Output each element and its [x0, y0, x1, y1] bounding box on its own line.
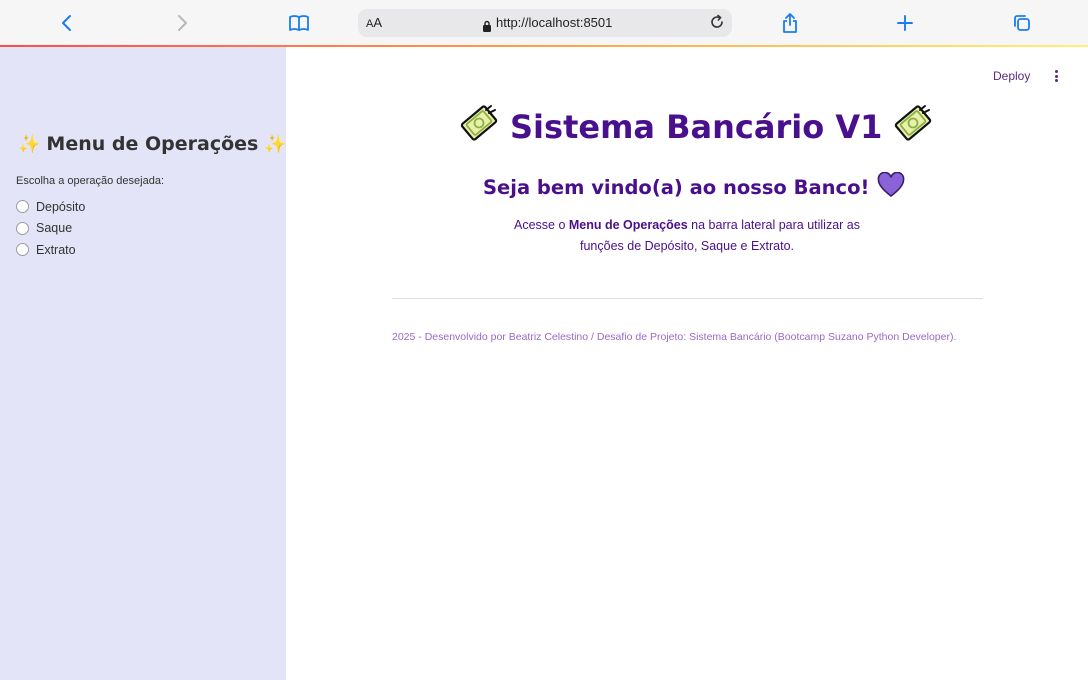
- sidebar: ✨ Menu de Operações ✨ Escolha a operação…: [0, 47, 287, 680]
- menu-reference: Menu de Operações: [568, 218, 688, 232]
- share-icon[interactable]: [775, 8, 805, 38]
- radio-option-deposito[interactable]: Depósito: [16, 196, 85, 218]
- sparkles-icon: ✨: [264, 133, 287, 155]
- radio-button[interactable]: [16, 221, 29, 235]
- radio-group-label: Escolha a operação desejada:: [16, 175, 164, 187]
- back-icon[interactable]: [52, 8, 82, 38]
- radio-option-label: Saque: [36, 221, 73, 236]
- operation-radio-group: Depósito Saque Extrato: [16, 196, 85, 261]
- address-bar[interactable]: AA http://localhost:8501: [358, 9, 732, 37]
- divider: [392, 298, 983, 299]
- purple-heart-icon: [877, 171, 905, 203]
- radio-button[interactable]: [16, 243, 29, 257]
- book-icon[interactable]: [284, 8, 314, 38]
- radio-option-label: Extrato: [36, 242, 76, 257]
- sidebar-title-text: Menu de Operações: [46, 133, 259, 155]
- lock-icon: [482, 17, 492, 36]
- radio-option-saque[interactable]: Saque: [16, 218, 85, 240]
- welcome-heading-text: Seja bem vindo(a) ao nosso Banco!: [483, 176, 870, 199]
- browser-toolbar: AA http://localhost:8501: [0, 0, 1088, 46]
- reload-icon[interactable]: [708, 13, 726, 35]
- footer-text: 2025 - Desenvolvido por Beatriz Celestin…: [392, 331, 957, 343]
- deploy-button[interactable]: Deploy: [993, 69, 1030, 83]
- page-title: Sistema Bancário V1: [460, 104, 932, 150]
- plus-icon[interactable]: [890, 8, 920, 38]
- radio-option-extrato[interactable]: Extrato: [16, 239, 85, 261]
- main-menu-icon[interactable]: [1050, 68, 1062, 84]
- url-text: http://localhost:8501: [496, 15, 613, 30]
- sidebar-title: ✨ Menu de Operações ✨: [18, 133, 287, 155]
- page-title-text: Sistema Bancário V1: [510, 108, 883, 146]
- money-icon: [460, 104, 498, 150]
- radio-button[interactable]: [16, 200, 29, 214]
- forward-icon[interactable]: [167, 8, 197, 38]
- welcome-heading: Seja bem vindo(a) ao nosso Banco!: [483, 171, 905, 203]
- radio-option-label: Depósito: [36, 199, 86, 214]
- sparkles-icon: ✨: [18, 133, 41, 155]
- money-icon: [894, 104, 932, 150]
- intro-paragraph: Acesse o Menu de Operações na barra late…: [514, 218, 860, 253]
- text-size-button[interactable]: AA: [366, 15, 382, 30]
- tabs-icon[interactable]: [1007, 8, 1037, 38]
